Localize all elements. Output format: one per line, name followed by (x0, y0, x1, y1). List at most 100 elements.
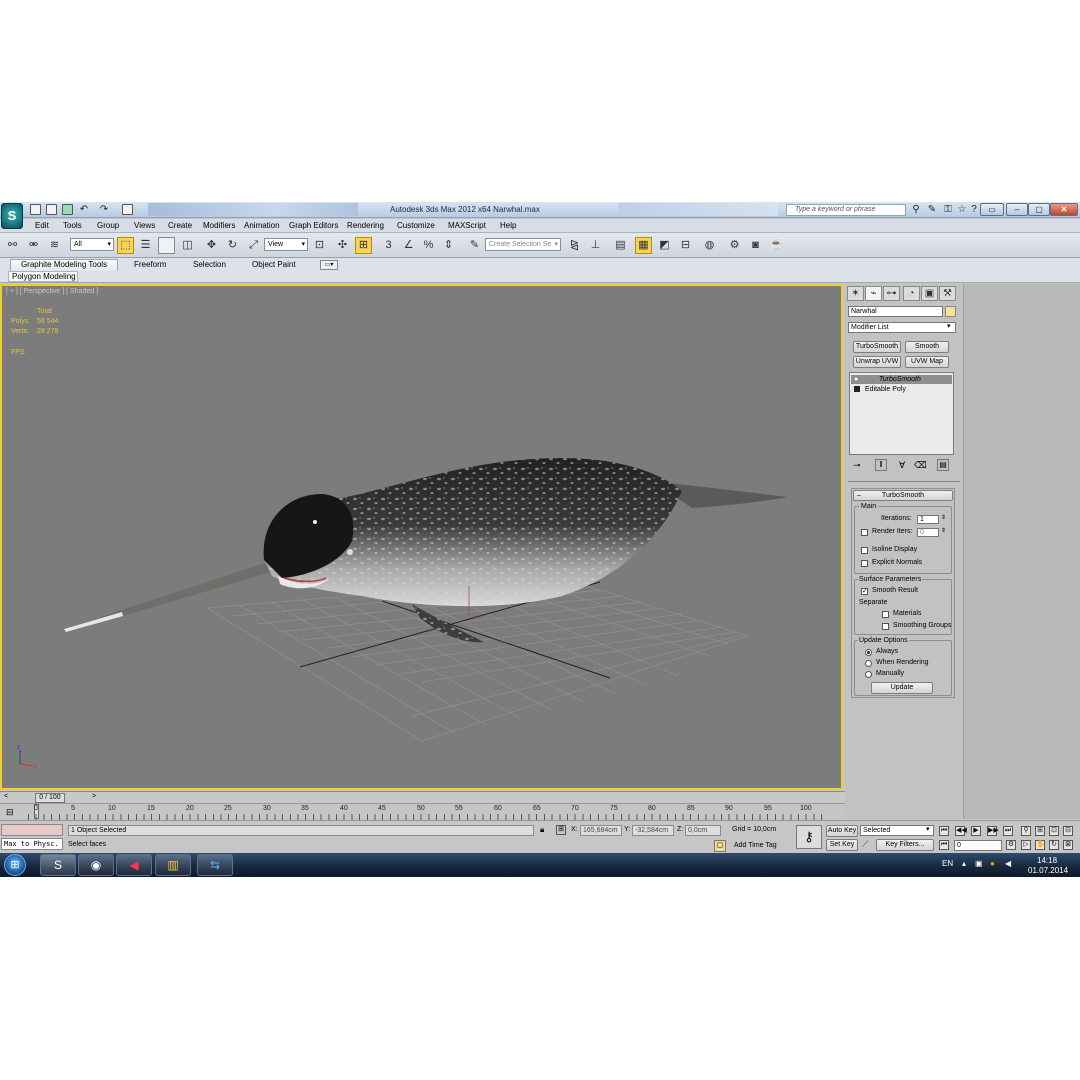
close-button[interactable]: ✕ (1050, 203, 1078, 216)
when-rendering-radio[interactable] (865, 660, 872, 667)
menu-help[interactable]: Help (500, 221, 516, 230)
explicit-normals-checkbox[interactable] (861, 560, 868, 567)
tab-object-paint[interactable]: Object Paint (252, 260, 296, 271)
create-tab-icon[interactable]: ✶ (847, 286, 864, 301)
iterations-spinner[interactable]: 1 (917, 515, 939, 524)
go-to-start-icon[interactable]: ⏮ (939, 826, 949, 836)
orbit-icon[interactable]: ↻ (1049, 840, 1059, 850)
add-time-tag-label[interactable]: Add Time Tag (734, 842, 777, 849)
object-name-field[interactable]: Narwhal (848, 306, 943, 317)
set-key-icon[interactable]: ⚷ (796, 825, 822, 849)
rendered-frame-window-icon[interactable]: ◙ (747, 237, 764, 254)
angle-snap-icon[interactable]: ∠ (400, 237, 417, 254)
taskbar-teamviewer[interactable]: ⇆ (197, 854, 233, 876)
named-selection-sets-dropdown[interactable]: Create Selection Se (485, 238, 561, 251)
redo-icon[interactable]: ↷ (98, 204, 110, 216)
stack-item-turbosmooth[interactable]: ● TurboSmooth (851, 375, 952, 384)
render-production-icon[interactable]: ☕ (768, 237, 785, 254)
window-crossing-icon[interactable]: ◫ (179, 237, 196, 254)
select-manipulate-icon[interactable]: ✣ (334, 237, 351, 254)
align-icon[interactable]: ⊥ (587, 237, 604, 254)
stack-item-editable-poly[interactable]: Editable Poly (851, 385, 952, 394)
manually-radio[interactable] (865, 671, 872, 678)
key-mode-icon[interactable]: ⟋ (862, 839, 868, 850)
selection-filter-dropdown[interactable]: All (70, 238, 114, 251)
menu-group[interactable]: Group (97, 221, 119, 230)
make-unique-icon[interactable]: ∀ (899, 460, 905, 471)
remove-modifier-icon[interactable]: ⌫ (914, 460, 927, 471)
graphite-toggle-icon[interactable]: ▦ (635, 237, 652, 254)
show-end-result-icon[interactable]: ‖ (875, 459, 887, 471)
perspective-viewport[interactable]: [ + ] [ Perspective ] [ Shaded ] Total P… (0, 284, 843, 790)
slider-prev-icon[interactable]: < (4, 793, 8, 800)
zoom-extents-icon[interactable]: ⊡ (1049, 826, 1059, 836)
menu-rendering[interactable]: Rendering (347, 221, 384, 230)
clock-date[interactable]: 01.07.2014 (1028, 866, 1068, 875)
menu-modifiers[interactable]: Modifiers (203, 221, 235, 230)
menu-views[interactable]: Views (134, 221, 155, 230)
key-icon[interactable]: ⚿ (942, 204, 954, 216)
start-button[interactable]: ⊞ (4, 854, 26, 876)
ribbon-options-icon[interactable]: ▭▾ (320, 260, 338, 270)
percent-snap-icon[interactable]: % (420, 237, 437, 254)
menu-maxscript[interactable]: MAXScript (448, 221, 486, 230)
new-file-icon[interactable] (30, 204, 41, 215)
tab-freeform[interactable]: Freeform (134, 260, 166, 271)
favorites-star-icon[interactable]: ☆ (956, 204, 968, 216)
tab-graphite-modeling-tools[interactable]: Graphite Modeling Tools (10, 259, 118, 271)
motion-tab-icon[interactable]: ◔ (903, 286, 920, 301)
spinner-arrows-icon[interactable]: ⇕ (941, 527, 946, 534)
select-and-link-icon[interactable]: ⚯ (4, 237, 21, 254)
next-frame-icon[interactable]: ▶▶ (987, 826, 999, 836)
maximize-viewport-icon[interactable]: ⊠ (1063, 840, 1073, 850)
play-icon[interactable]: ▶ (971, 826, 981, 836)
maximize-button[interactable]: ▢ (1028, 203, 1050, 216)
display-tab-icon[interactable]: ▣ (921, 286, 938, 301)
maxscript-mini-listener[interactable]: Max to Physc. (1, 838, 63, 850)
schematic-view-icon[interactable]: ⊟ (677, 237, 694, 254)
hierarchy-tab-icon[interactable]: ⊶ (883, 286, 900, 301)
time-configuration-icon[interactable]: ⚙ (1006, 840, 1016, 850)
spinner-snap-icon[interactable]: ⇕ (440, 237, 457, 254)
time-slider-thumb[interactable]: 0 / 100 (35, 793, 65, 803)
security-icon[interactable]: ● (990, 859, 995, 868)
set-key-button[interactable]: Set Key (826, 839, 858, 851)
project-folder-icon[interactable] (122, 204, 133, 215)
menu-graph-editors[interactable]: Graph Editors (289, 221, 338, 230)
go-to-end-icon[interactable]: ⏭ (1003, 826, 1013, 836)
isoline-display-checkbox[interactable] (861, 547, 868, 554)
tab-selection[interactable]: Selection (193, 260, 226, 271)
menu-tools[interactable]: Tools (63, 221, 82, 230)
smooth-result-checkbox[interactable]: ✓ (861, 588, 868, 595)
lightbulb-icon[interactable]: ● (854, 375, 858, 384)
menu-edit[interactable]: Edit (35, 221, 49, 230)
absolute-mode-icon[interactable]: ⊞ (556, 825, 566, 835)
network-icon[interactable]: ▣ (975, 859, 983, 868)
polygon-modeling-panel[interactable]: Polygon Modeling (8, 271, 78, 282)
utilities-tab-icon[interactable]: ⚒ (939, 286, 956, 301)
snaps-toggle-icon[interactable]: 3 (380, 237, 397, 254)
slider-next-icon[interactable]: > (92, 793, 96, 800)
render-iters-spinner[interactable]: 0 (917, 528, 939, 537)
restore-app-button[interactable]: ▭ (980, 203, 1004, 216)
binoculars-icon[interactable]: ⚲ (910, 204, 922, 216)
clock-time[interactable]: 14:18 (1037, 856, 1057, 865)
move-icon[interactable]: ✥ (203, 237, 220, 254)
curve-editor-mini-icon[interactable]: ⊟ (6, 807, 14, 818)
application-button[interactable]: S (1, 203, 23, 229)
smoothing-groups-checkbox[interactable] (882, 623, 889, 630)
render-setup-icon[interactable]: ⚙ (726, 237, 743, 254)
pin-stack-icon[interactable]: ⊸ (853, 460, 861, 471)
z-coordinate-field[interactable]: 0,0cm (685, 825, 721, 836)
layer-manager-icon[interactable]: ▤ (612, 237, 629, 254)
unlink-icon[interactable]: ⚮ (25, 237, 42, 254)
current-frame-field[interactable]: 0 (954, 840, 1002, 851)
render-iters-checkbox[interactable] (861, 529, 868, 536)
taskbar-media-player[interactable]: ◀ (116, 854, 152, 876)
volume-icon[interactable]: ◀ (1005, 859, 1011, 868)
communication-center-icon[interactable]: ✎ (926, 204, 938, 216)
materials-checkbox[interactable] (882, 611, 889, 618)
zoom-icon[interactable]: ⚲ (1021, 826, 1031, 836)
maxscript-listener-pink[interactable] (1, 824, 63, 836)
language-indicator[interactable]: EN (942, 859, 953, 868)
